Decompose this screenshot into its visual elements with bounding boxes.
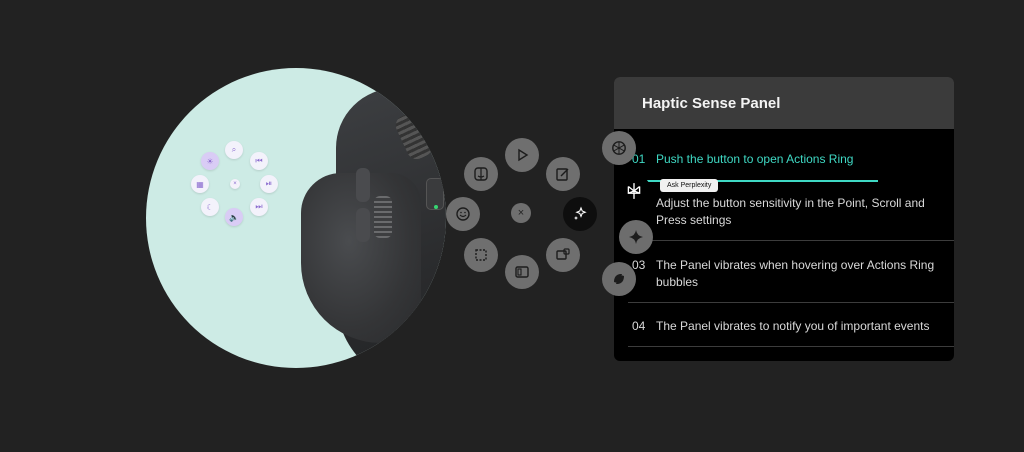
screenshot-icon — [475, 249, 487, 261]
step-item[interactable]: Adjust the button sensitivity in the Poi… — [614, 195, 954, 229]
split-view-bubble[interactable] — [505, 255, 539, 289]
perplexity-bubble[interactable] — [617, 174, 651, 208]
smiley-icon — [456, 207, 470, 221]
screenshot-bubble[interactable] — [464, 238, 498, 272]
step-item[interactable]: 04 The Panel vibrates to notify you of i… — [614, 318, 954, 335]
chatgpt-bubble[interactable] — [602, 131, 636, 165]
gemini-bubble[interactable] — [619, 220, 653, 254]
play-icon — [518, 148, 529, 162]
step-text: The Panel vibrates to notify you of impo… — [656, 319, 930, 333]
moon-icon: ☾ — [201, 198, 219, 216]
step-text: The Panel vibrates when hovering over Ac… — [656, 258, 935, 289]
app-grid-icon: ▦ — [191, 175, 209, 193]
haptic-sense-panel: Haptic Sense Panel 01 Push the button to… — [614, 77, 954, 361]
step-text: Push the button to open Actions Ring — [656, 152, 854, 166]
previous-track-icon: ⏮ — [250, 152, 268, 170]
finder-icon — [474, 167, 488, 181]
split-view-icon — [515, 266, 529, 278]
volume-icon: 🔈 — [225, 208, 243, 226]
perplexity-icon — [627, 183, 641, 199]
step-item[interactable]: 03 The Panel vibrates when hovering over… — [614, 257, 954, 291]
gemini-icon — [629, 230, 643, 244]
copilot-bubble[interactable] — [602, 262, 636, 296]
mouse-illustration: ☀ ⌕ ⏮ ▦ × ⏯ ☾ 🔈 ⏭ — [146, 68, 446, 368]
notes-icon — [556, 168, 569, 181]
divider — [628, 240, 954, 241]
ai-tooltip: Ask Perplexity — [660, 179, 719, 192]
ai-sparkle-icon — [574, 206, 587, 220]
ai-prompt-bubble[interactable] — [563, 197, 597, 231]
step-text: Adjust the button sensitivity in the Poi… — [656, 196, 925, 227]
divider — [628, 302, 954, 303]
side-button-forward — [356, 168, 370, 202]
chatgpt-icon — [612, 141, 626, 155]
play-bubble[interactable] — [505, 138, 539, 172]
step-number: 04 — [632, 319, 646, 333]
play-pause-icon: ⏯ — [260, 175, 278, 193]
emoji-bubble[interactable] — [446, 197, 480, 231]
side-button-back — [356, 208, 370, 242]
search-icon: ⌕ — [225, 141, 243, 159]
divider — [628, 346, 954, 347]
copilot-icon — [614, 274, 624, 284]
ring-close-button[interactable]: × — [511, 203, 531, 223]
share-screen-bubble[interactable] — [546, 238, 580, 272]
brightness-icon: ☀ — [201, 152, 219, 170]
step-item[interactable]: 01 Push the button to open Actions Ring — [614, 151, 954, 168]
notes-bubble[interactable] — [546, 157, 580, 191]
panel-title: Haptic Sense Panel — [614, 77, 954, 129]
next-track-icon: ⏭ — [250, 198, 268, 216]
status-led — [434, 205, 438, 209]
thumb-wheel — [374, 196, 392, 238]
finder-bubble[interactable] — [464, 157, 498, 191]
ring-center-icon: × — [230, 179, 240, 189]
share-screen-icon — [556, 248, 570, 260]
